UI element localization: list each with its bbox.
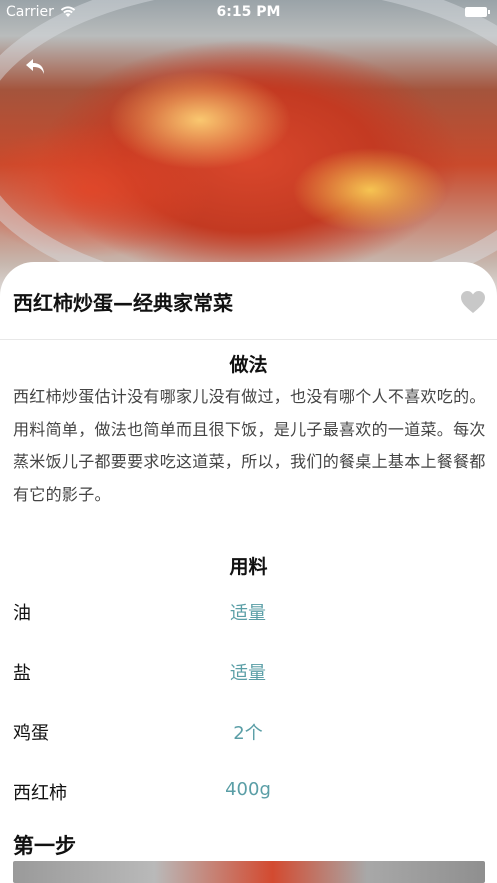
- ingredient-amount: 适量: [230, 663, 266, 684]
- ingredient-name: 油: [13, 603, 31, 624]
- ingredient-name: 西红柿: [13, 783, 67, 804]
- bowl-rim: [0, 0, 497, 300]
- hero-image: [0, 0, 497, 300]
- ingredient-amount: 2个: [233, 723, 263, 744]
- clock: 6:15 PM: [216, 4, 281, 20]
- ingredient-name: 盐: [13, 663, 31, 684]
- recipe-description: 西红柿炒蛋估计没有哪家儿没有做过，也没有哪个人不喜欢吃的。用料简单，做法也简单而…: [13, 387, 486, 504]
- favorite-button[interactable]: [460, 290, 486, 314]
- ingredient-amount: 适量: [230, 603, 266, 624]
- ingredients-title: 用料: [229, 556, 268, 578]
- divider: [0, 339, 497, 340]
- back-arrow-icon: [26, 59, 44, 74]
- back-button[interactable]: [24, 54, 50, 80]
- status-bar: Carrier 6:15 PM: [0, 0, 497, 26]
- step-title: 第一步: [13, 834, 76, 858]
- recipe-title: 西红柿炒蛋—经典家常菜: [13, 291, 233, 315]
- method-title: 做法: [229, 354, 268, 376]
- heart-icon: [461, 291, 485, 313]
- step-image: [13, 861, 485, 883]
- battery-icon: [465, 7, 490, 17]
- ingredient-amount: 400g: [225, 779, 271, 800]
- ingredient-name: 鸡蛋: [13, 723, 49, 744]
